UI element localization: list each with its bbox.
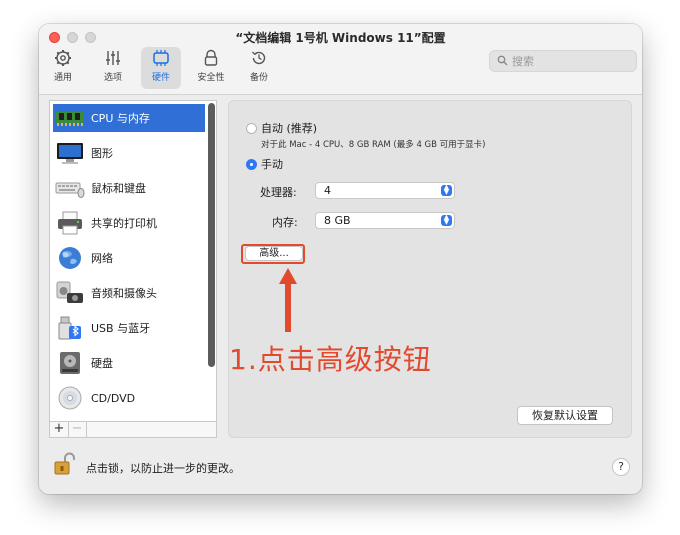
search-field[interactable] xyxy=(489,50,637,72)
restore-defaults-button[interactable]: 恢复默认设置 xyxy=(517,406,613,425)
sidebar-item-label: CPU 与内存 xyxy=(91,112,150,125)
sidebar-item-cpu-memory[interactable]: CPU 与内存 xyxy=(53,104,205,132)
chevron-updown-icon: ▲ ▼ xyxy=(441,214,452,226)
lock-icon xyxy=(204,49,218,66)
sidebar-scrollbar[interactable] xyxy=(208,103,215,367)
device-sidebar: CPU 与内存 图形 鼠标和键盘 共享的打印机 网络 音频和摄像头 USB 与蓝… xyxy=(49,100,217,438)
tab-general[interactable]: 通用 xyxy=(43,47,83,89)
tab-backup-label: 备份 xyxy=(249,73,268,83)
memory-label: 内存: xyxy=(272,216,298,229)
globe-icon xyxy=(55,246,85,270)
chevron-updown-icon: ▲ ▼ xyxy=(441,184,452,196)
harddisk-icon xyxy=(55,351,85,375)
manual-label: 手动 xyxy=(261,158,283,171)
sidebar-item-printer[interactable]: 共享的打印机 xyxy=(53,209,205,237)
sidebar-item-label: 图形 xyxy=(91,147,113,160)
sidebar-item-label: 共享的打印机 xyxy=(91,217,157,230)
keyboard-icon xyxy=(55,176,85,200)
tab-security[interactable]: 安全性 xyxy=(191,47,231,89)
lock-message: 点击锁，以防止进一步的更改。 xyxy=(86,462,240,475)
chip-icon xyxy=(153,50,169,66)
usb-icon xyxy=(55,316,85,340)
processor-label: 处理器: xyxy=(260,186,297,199)
auto-label: 自动 (推荐) xyxy=(261,122,318,135)
sidebar-item-cd-dvd[interactable]: CD/DVD xyxy=(53,384,205,412)
tab-security-label: 安全性 xyxy=(197,73,225,83)
processor-select[interactable]: 4 ▲ ▼ xyxy=(315,182,455,199)
sidebar-item-label: 鼠标和键盘 xyxy=(91,182,146,195)
instruction-annotation: 1.点击高级按钮 xyxy=(229,343,432,376)
sidebar-item-usb-bluetooth[interactable]: USB 与蓝牙 xyxy=(53,314,205,342)
gear-icon xyxy=(55,50,71,66)
memory-value: 8 GB xyxy=(324,214,351,227)
memory-icon xyxy=(55,106,85,130)
search-icon xyxy=(497,55,508,66)
help-button[interactable]: ? xyxy=(612,458,630,476)
processor-value: 4 xyxy=(324,184,331,197)
sidebar-actions: + − xyxy=(49,421,217,438)
titlebar: “文档编辑 1号机 Windows 11”配置 通用 选项 硬件 安全性 备份 … xyxy=(39,24,642,95)
arrow-up-icon xyxy=(279,268,297,332)
manual-radio[interactable] xyxy=(246,159,257,170)
unlocked-lock-icon[interactable] xyxy=(53,452,75,479)
sidebar-item-label: CD/DVD xyxy=(91,391,136,405)
tab-hardware[interactable]: 硬件 xyxy=(141,47,181,89)
settings-window: “文档编辑 1号机 Windows 11”配置 通用 选项 硬件 安全性 备份 … xyxy=(39,24,642,494)
search-input[interactable] xyxy=(510,52,632,70)
advanced-highlight-box xyxy=(241,244,305,264)
auto-description: 对于此 Mac - 4 CPU、8 GB RAM (最多 4 GB 可用于显卡) xyxy=(261,140,486,150)
sidebar-item-label: 硬盘 xyxy=(91,357,113,370)
memory-select[interactable]: 8 GB ▲ ▼ xyxy=(315,212,455,229)
tab-options-label: 选项 xyxy=(103,73,122,83)
tab-backup[interactable]: 备份 xyxy=(239,47,279,89)
disc-icon xyxy=(55,386,85,410)
sidebar-item-label: USB 与蓝牙 xyxy=(91,322,151,335)
history-icon xyxy=(252,51,266,65)
tab-general-label: 通用 xyxy=(53,73,72,83)
tab-options[interactable]: 选项 xyxy=(93,47,133,89)
sidebar-item-mouse-keyboard[interactable]: 鼠标和键盘 xyxy=(53,174,205,202)
window-title: “文档编辑 1号机 Windows 11”配置 xyxy=(235,31,446,45)
auto-radio[interactable] xyxy=(246,123,257,134)
sliders-icon xyxy=(106,51,120,65)
sidebar-item-label: 网络 xyxy=(91,252,113,265)
sidebar-item-harddisk[interactable]: 硬盘 xyxy=(53,349,205,377)
printer-icon xyxy=(55,211,85,235)
add-device-button[interactable]: + xyxy=(50,422,69,437)
sidebar-item-graphics[interactable]: 图形 xyxy=(53,139,205,167)
sidebar-item-audio-camera[interactable]: 音频和摄像头 xyxy=(53,279,205,307)
tab-hardware-label: 硬件 xyxy=(151,73,170,83)
remove-device-button[interactable]: − xyxy=(68,422,87,437)
monitor-icon xyxy=(55,141,85,165)
sidebar-item-network[interactable]: 网络 xyxy=(53,244,205,272)
sidebar-item-label: 音频和摄像头 xyxy=(91,287,157,300)
speaker-camera-icon xyxy=(55,281,85,305)
